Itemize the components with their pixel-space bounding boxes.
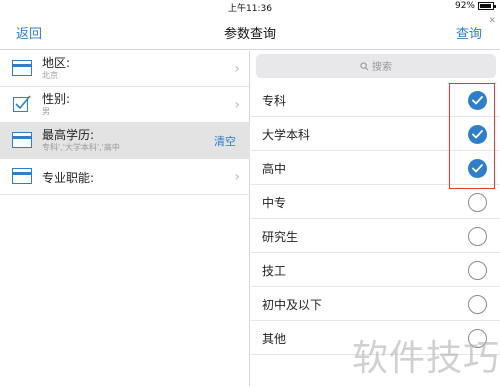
option-row[interactable]: 大学本科 (251, 117, 500, 151)
option-label: 专科 (262, 94, 287, 108)
checked-circle-icon[interactable] (468, 159, 487, 178)
filter-row[interactable]: 专业职能: › (0, 159, 250, 195)
option-label: 大学本科 (262, 128, 311, 142)
chevron-right-icon: › (234, 169, 240, 185)
checked-circle-icon[interactable] (468, 125, 487, 144)
unchecked-circle-icon[interactable] (468, 227, 487, 246)
page-title: 参数查询 (223, 27, 276, 42)
battery-percent: 92% (454, 1, 475, 11)
search-icon (360, 62, 369, 71)
option-row[interactable]: 研究生 (251, 219, 500, 253)
filter-row-value: 专科','大学本科','高中 (42, 143, 120, 152)
filter-list: 地区: 北京 › 性别: 男 › 最高学历: 专科','大学本科','高中 清空专业职能: › (0, 51, 250, 386)
status-bar: 上午11:36 92% (0, 0, 500, 14)
option-row[interactable]: 初中及以下 (251, 287, 500, 321)
option-label: 中专 (262, 196, 287, 210)
filter-row-title: 最高学历: (42, 128, 95, 142)
search-bar[interactable]: 搜索 (256, 54, 496, 78)
filter-row[interactable]: 最高学历: 专科','大学本科','高中 清空 (0, 123, 250, 159)
filter-row[interactable]: 地区: 北京 › (0, 51, 250, 87)
status-time: 上午11:36 (228, 4, 272, 14)
nav-bar: 返回 参数查询 查询 ✕ (0, 14, 500, 50)
card-icon (12, 167, 32, 185)
close-icon[interactable]: ✕ (488, 16, 496, 26)
unchecked-circle-icon[interactable] (468, 261, 487, 280)
unchecked-circle-icon[interactable] (468, 295, 487, 314)
option-row[interactable]: 高中 (251, 151, 500, 185)
battery-icon (478, 2, 496, 10)
chevron-right-icon: › (234, 61, 240, 77)
option-row[interactable]: 其他 (251, 321, 500, 355)
filter-row-title: 地区: (42, 56, 71, 70)
query-button[interactable]: 查询 (456, 23, 482, 42)
card-icon (12, 131, 32, 149)
filter-row-title: 性别: (42, 92, 71, 106)
option-label: 初中及以下 (262, 298, 323, 312)
option-label: 技工 (262, 264, 287, 278)
option-label: 其他 (262, 332, 287, 346)
filter-row[interactable]: 性别: 男 › (0, 87, 250, 123)
filter-row-title: 专业职能: (42, 171, 95, 185)
clear-button[interactable]: 清空 (214, 133, 236, 149)
unchecked-circle-icon[interactable] (468, 329, 487, 348)
unchecked-circle-icon[interactable] (468, 193, 487, 212)
search-input[interactable]: 搜索 (372, 62, 392, 73)
card-icon (12, 59, 32, 77)
checkbox-icon (12, 95, 32, 113)
option-label: 高中 (262, 162, 287, 176)
option-label: 研究生 (262, 230, 299, 244)
option-row[interactable]: 专科 (251, 83, 500, 117)
checked-circle-icon[interactable] (468, 91, 487, 110)
battery-indicator: 92% (454, 1, 496, 11)
option-list: 搜索 专科大学本科高中中专研究生技工初中及以下其他 (251, 51, 500, 386)
option-row[interactable]: 中专 (251, 185, 500, 219)
filter-row-value: 男 (42, 107, 50, 116)
option-row[interactable]: 技工 (251, 253, 500, 287)
filter-row-value: 北京 (42, 71, 58, 80)
chevron-right-icon: › (234, 97, 240, 113)
